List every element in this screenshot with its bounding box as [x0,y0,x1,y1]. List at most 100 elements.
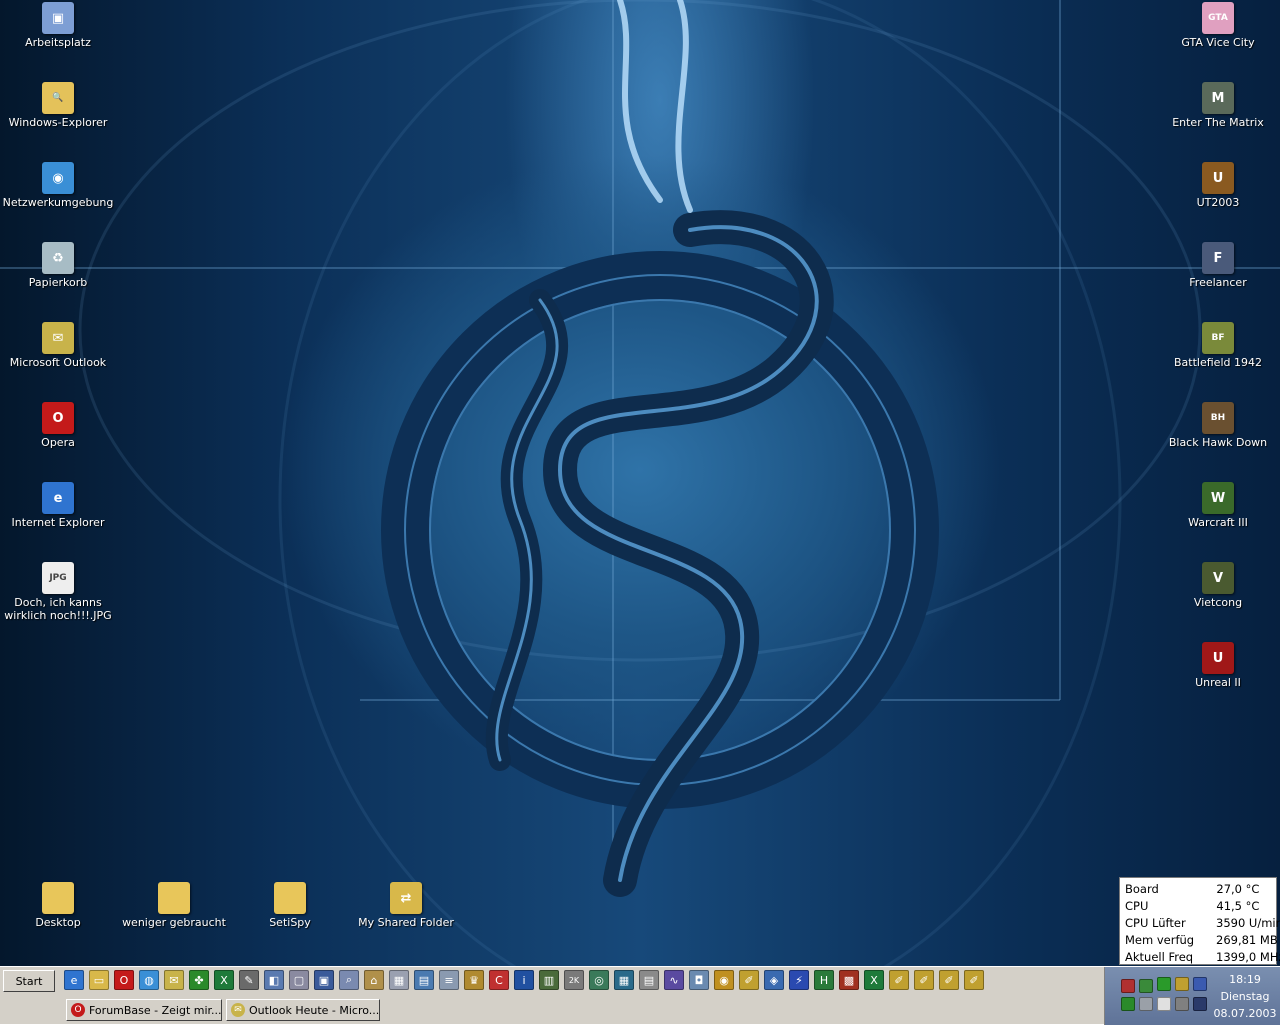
desktop-icon-label: Papierkorb [28,276,88,289]
ql-clover-icon[interactable]: ✤ [189,970,209,990]
ql-globe-icon[interactable]: ◍ [139,970,159,990]
ql-cpucool-icon[interactable]: C [489,970,509,990]
clock[interactable]: 18:19 Dienstag 08.07.2003 [1210,971,1280,1022]
desktop-icon-unreal-ii[interactable]: U Unreal II [1160,642,1276,689]
monitor-row: CPU Lüfter 3590 U/min [1125,915,1280,932]
desktop-icon-netzwerkumgebung[interactable]: ◉ Netzwerkumgebung [0,162,116,209]
desktop-icon-freelancer[interactable]: F Freelancer [1160,242,1276,289]
speaker-tray-icon[interactable] [1139,997,1153,1011]
warcraft-iii-icon: W [1202,482,1234,514]
ql-doc-icon[interactable]: ▤ [414,970,434,990]
ql-cd-icon[interactable]: ◉ [714,970,734,990]
desktop-icon-label: GTA Vice City [1181,36,1255,49]
desktop-icon-label: Black Hawk Down [1168,436,1268,449]
task-button-outlook[interactable]: ✉ Outlook Heute - Micro... [226,999,380,1021]
wallpaper-dragon [0,0,1280,966]
ql-ie-icon[interactable]: e [64,970,84,990]
green-tray-icon[interactable] [1157,977,1171,991]
ql-2k-icon[interactable]: 2K [564,970,584,990]
ql-monitor-icon[interactable]: ▣ [314,970,334,990]
desktop-icon-microsoft-outlook[interactable]: ✉ Microsoft Outlook [0,322,116,369]
ql-notepad-icon[interactable]: ≡ [439,970,459,990]
ql-pen4-icon[interactable]: ✐ [939,970,959,990]
ql-info-icon[interactable]: i [514,970,534,990]
ql-pen3-icon[interactable]: ✐ [914,970,934,990]
desktop-icon-setispy[interactable]: SetiSpy [232,882,348,929]
desktop-icon-label: UT2003 [1196,196,1240,209]
ql-tools-icon[interactable]: ✎ [239,970,259,990]
ql-book-icon[interactable]: ▥ [539,970,559,990]
desktop-icon-papierkorb[interactable]: ♻ Papierkorb [0,242,116,289]
ql-trophy-icon[interactable]: ♛ [464,970,484,990]
desktop-icon-weniger-gebraucht[interactable]: weniger gebraucht [116,882,232,929]
media-tray-icon[interactable] [1193,997,1207,1011]
task-button-label: Outlook Heute - Micro... [249,1003,380,1017]
task-button-forumbase[interactable]: O ForumBase - Zeigt mir... [66,999,222,1021]
desktop-icon-gta-vice-city[interactable]: GTA GTA Vice City [1160,2,1276,49]
desktop-icon-opera[interactable]: O Opera [0,402,116,449]
ql-flash-icon[interactable]: ⚡ [789,970,809,990]
desktop-icon-vietcong[interactable]: V Vietcong [1160,562,1276,609]
network-tray-icon[interactable] [1139,979,1153,993]
desktop-icon-enter-the-matrix[interactable]: M Enter The Matrix [1160,82,1276,129]
clock-time: 18:19 [1229,973,1261,986]
start-button[interactable]: Start [3,970,55,992]
meter-tray-icon[interactable] [1121,997,1135,1011]
tool-tray-icon[interactable] [1175,997,1189,1011]
desktop-icon-internet-explorer[interactable]: e Internet Explorer [0,482,116,529]
ql-opera-icon[interactable]: O [114,970,134,990]
monitor-value: 41,5 °C [1216,899,1260,913]
desktop-icon-arbeitsplatz[interactable]: ▣ Arbeitsplatz [0,2,116,49]
ql-calc-icon[interactable]: ▦ [389,970,409,990]
ql-pen-icon[interactable]: ✐ [739,970,759,990]
gta-vice-city-icon: GTA [1202,2,1234,34]
ql-home-icon[interactable]: ⌂ [364,970,384,990]
ql-net2-icon[interactable]: ◈ [764,970,784,990]
desktop-icon-my-shared-folder[interactable]: ⇄ My Shared Folder [348,882,464,929]
taskbar: Start e ▭ O ◍ ✉ ✤ X ✎ ◧ ▢ ▣ ⌕ ⌂ ▦ ▤ ≡ ♛ Ci ▥ 2K ◎ ▦ ▤ ∿ ◘ ◉ ✐ ◈ ⚡ H ▩ X… [0,966,1280,1025]
ql-calendar-icon[interactable]: ▤ [639,970,659,990]
ql-globe2-icon[interactable]: ◎ [589,970,609,990]
monitor-value: 269,81 MB [1216,933,1278,947]
desktop-icon-black-hawk-down[interactable]: BH Black Hawk Down [1160,402,1276,449]
shield-tray-icon[interactable] [1193,977,1207,991]
desktop-icon-warcraft-iii[interactable]: W Warcraft III [1160,482,1276,529]
ql-grid-icon[interactable]: ▦ [614,970,634,990]
display-tray-icon[interactable] [1157,997,1171,1011]
desktop-icon-desktop[interactable]: Desktop [0,882,116,929]
ql-pen2-icon[interactable]: ✐ [889,970,909,990]
ql-h-icon[interactable]: H [814,970,834,990]
desktop-icon-label: weniger gebraucht [122,916,226,929]
ql-app-icon[interactable]: ▩ [839,970,859,990]
black-hawk-down-icon: BH [1202,402,1234,434]
network-icon: ◉ [42,162,74,194]
pen-tray-icon[interactable] [1175,977,1189,991]
explorer-folder-icon: 🔍 [42,82,74,114]
ql-excel-icon[interactable]: X [214,970,234,990]
ql-search-icon[interactable]: ⌕ [339,970,359,990]
ql-disk-icon[interactable]: ◘ [689,970,709,990]
ql-network-icon[interactable]: ◧ [264,970,284,990]
desktop-icon-label: Enter The Matrix [1172,116,1264,129]
monitor-row: Board 27,0 °C [1125,881,1276,898]
desktop-icon-ut2003[interactable]: U UT2003 [1160,162,1276,209]
desktop-icon-label: Warcraft III [1188,516,1248,529]
ql-excel2-icon[interactable]: X [864,970,884,990]
desktop-icon-doch-ich-kanns-wirklich-noch-jpg[interactable]: JPG Doch, ich kanns wirklich noch!!!.JPG [0,562,116,622]
monitor-key: CPU Lüfter [1125,916,1186,930]
ql-window-icon[interactable]: ▢ [289,970,309,990]
vietcong-icon: V [1202,562,1234,594]
desktop[interactable]: ▣ Arbeitsplatz 🔍 Windows-Explorer ◉ Netzwerku… [0,0,1280,966]
ql-explorer-icon[interactable]: ▭ [89,970,109,990]
desktop-icon-battlefield-1942[interactable]: BF Battlefield 1942 [1160,322,1276,369]
folder-icon [42,882,74,914]
ql-outlook-icon[interactable]: ✉ [164,970,184,990]
monitor-row: CPU 41,5 °C [1125,898,1276,915]
ql-wave-icon[interactable]: ∿ [664,970,684,990]
desktop-icon-label: Microsoft Outlook [9,356,107,369]
computer-icon: ▣ [42,2,74,34]
monitor-key: Mem verfüg [1125,933,1195,947]
desktop-icon-windows-explorer[interactable]: 🔍 Windows-Explorer [0,82,116,129]
ql-pen5-icon[interactable]: ✐ [964,970,984,990]
cpucool-tray-icon[interactable] [1121,979,1135,993]
